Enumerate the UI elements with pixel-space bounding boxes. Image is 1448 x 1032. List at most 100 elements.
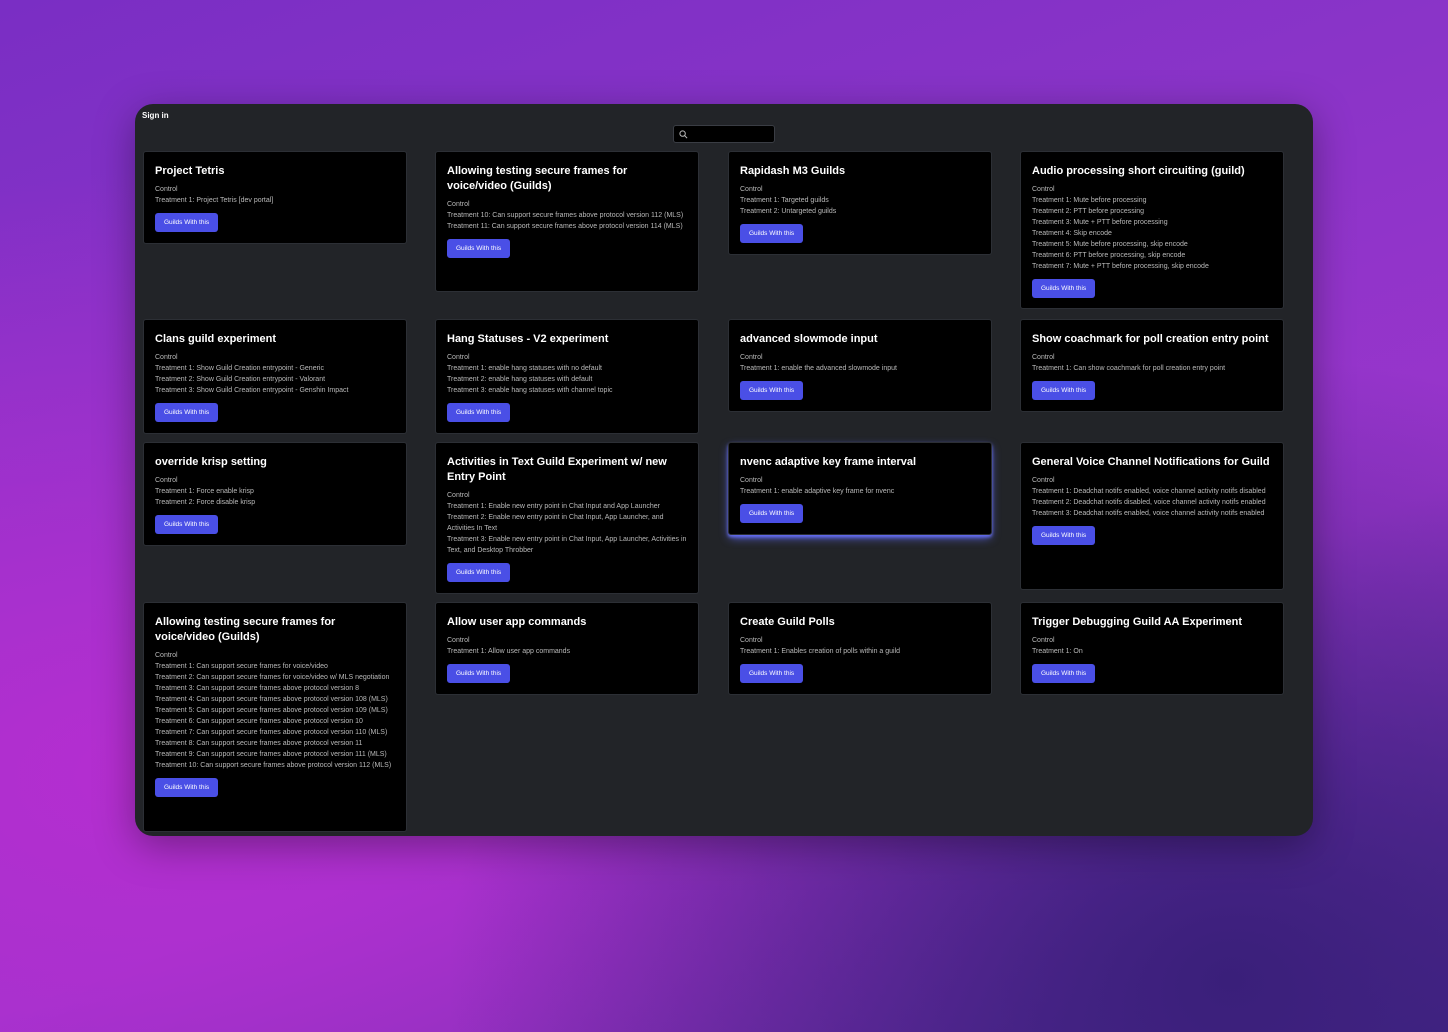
guilds-with-this-button[interactable]: Guilds With this — [155, 778, 219, 797]
guilds-with-this-button[interactable]: Guilds With this — [1032, 381, 1096, 400]
experiment-title: Activities in Text Guild Experiment w/ n… — [447, 456, 667, 483]
experiment-title: Project Tetris — [155, 165, 225, 177]
treatment-line: Treatment 1: enable the advanced slowmod… — [740, 365, 897, 372]
treatment-list: Control Treatment 1: Mute before processi… — [1032, 184, 1272, 272]
treatment-line: Treatment 1: Enables creation of polls w… — [740, 648, 901, 655]
treatment-list: Control Treatment 1: Force enable krisp Tr… — [155, 475, 395, 508]
treatment-line: Treatment 3: Enable new entry point in C… — [447, 536, 687, 554]
treatment-line: Treatment 1: Force enable krisp — [155, 488, 254, 495]
experiment-title: Allow user app commands — [447, 616, 587, 628]
treatment-line: Control — [155, 354, 178, 361]
experiment-title: Rapidash M3 Guilds — [740, 165, 846, 177]
treatment-line: Treatment 4: Can support secure frames a… — [155, 696, 388, 703]
treatment-line: Treatment 5: Can support secure frames a… — [155, 707, 388, 714]
experiment-title: Create Guild Polls — [740, 616, 835, 628]
treatment-line: Treatment 1: Can support secure frames f… — [155, 663, 328, 670]
guilds-with-this-button[interactable]: Guilds With this — [155, 213, 219, 232]
guilds-with-this-button[interactable]: Guilds With this — [740, 504, 804, 523]
treatment-line: Treatment 1: On — [1032, 648, 1083, 655]
treatment-list: Control Treatment 1: Deadchat notifs enab… — [1032, 475, 1272, 519]
treatment-list: Control Treatment 10: Can support secure … — [447, 199, 687, 232]
treatment-list: Control Treatment 1: On — [1032, 635, 1272, 657]
experiment-title: Trigger Debugging Guild AA Experiment — [1032, 616, 1243, 628]
treatment-line: Treatment 11: Can support secure frames … — [447, 223, 683, 230]
guilds-with-this-button[interactable]: Guilds With this — [155, 515, 219, 534]
experiment-card: Allow user app commands Control Treatment … — [435, 602, 699, 695]
guilds-with-this-button[interactable]: Guilds With this — [447, 664, 511, 683]
experiment-title: General Voice Channel Notifications for … — [1032, 456, 1270, 468]
experiment-card: Rapidash M3 Guilds Control Treatment 1: Ta… — [728, 151, 992, 255]
experiment-card: Audio processing short circuiting (guild… — [1020, 151, 1284, 309]
experiment-card: Show coachmark for poll creation entry p… — [1020, 319, 1284, 412]
treatment-line: Control — [155, 652, 178, 659]
guilds-with-this-button[interactable]: Guilds With this — [740, 224, 804, 243]
guilds-with-this-button[interactable]: Guilds With this — [1032, 279, 1096, 298]
experiment-card: nvenc adaptive key frame interval Control… — [728, 442, 992, 535]
app-window: Sign in Project Tetris Control Treatment 1… — [135, 104, 1313, 836]
treatment-line: Treatment 1: Project Tetris [dev portal] — [155, 197, 274, 204]
treatment-line: Treatment 2: PTT before processing — [1032, 208, 1145, 215]
treatment-line: Control — [447, 201, 470, 208]
experiment-card: override krisp setting Control Treatment 1… — [143, 442, 407, 546]
experiment-title: Allowing testing secure frames for voice… — [155, 616, 336, 643]
experiment-card: Activities in Text Guild Experiment w/ n… — [435, 442, 699, 594]
treatment-line: Control — [740, 477, 763, 484]
treatment-line: Treatment 1: Allow user app commands — [447, 648, 571, 655]
treatment-line: Control — [155, 186, 178, 193]
treatment-line: Treatment 1: Enable new entry point in C… — [447, 503, 660, 510]
experiment-title: advanced slowmode input — [740, 333, 878, 345]
treatment-line: Treatment 2: enable hang statuses with d… — [447, 376, 593, 383]
treatment-line: Treatment 8: Can support secure frames a… — [155, 740, 363, 747]
guilds-with-this-button[interactable]: Guilds With this — [155, 403, 219, 422]
treatment-line: Treatment 3: Can support secure frames a… — [155, 685, 360, 692]
treatment-line: Treatment 2: Untargeted guilds — [740, 208, 837, 215]
treatment-line: Control — [740, 354, 763, 361]
experiment-title: override krisp setting — [155, 456, 267, 468]
treatment-list: Control Treatment 1: enable hang statuses… — [447, 352, 687, 396]
guilds-with-this-button[interactable]: Guilds With this — [1032, 526, 1096, 545]
treatment-line: Treatment 1: enable adaptive key frame f… — [740, 488, 895, 495]
guilds-with-this-button[interactable]: Guilds With this — [447, 403, 511, 422]
treatment-line: Treatment 10: Can support secure frames … — [447, 212, 684, 219]
treatment-line: Treatment 7: Mute + PTT before processin… — [1032, 263, 1209, 270]
experiment-card: Clans guild experiment Control Treatment 1… — [143, 319, 407, 434]
guilds-with-this-button[interactable]: Guilds With this — [447, 239, 511, 258]
experiment-title: Show coachmark for poll creation entry p… — [1032, 333, 1269, 345]
treatment-line: Control — [447, 354, 470, 361]
treatment-list: Control Treatment 1: Enables creation of … — [740, 635, 980, 657]
guilds-with-this-button[interactable]: Guilds With this — [740, 381, 804, 400]
experiment-card: Allowing testing secure frames for voice… — [435, 151, 699, 292]
treatment-line: Control — [740, 186, 763, 193]
treatment-line: Treatment 1: Mute before processing — [1032, 197, 1147, 204]
guilds-with-this-button[interactable]: Guilds With this — [740, 664, 804, 683]
treatment-line: Treatment 2: Show Guild Creation entrypo… — [155, 376, 326, 383]
treatment-line: Control — [1032, 186, 1055, 193]
treatment-line: Treatment 10: Can support secure frames … — [155, 762, 392, 769]
experiment-card: advanced slowmode input Control Treatment … — [728, 319, 992, 412]
treatment-line: Treatment 9: Can support secure frames a… — [155, 751, 387, 758]
experiment-card: General Voice Channel Notifications for … — [1020, 442, 1284, 590]
experiment-card: Create Guild Polls Control Treatment 1: En… — [728, 602, 992, 695]
treatment-list: Control Treatment 1: Can support secure f… — [155, 650, 395, 771]
treatment-line: Treatment 2: Deadchat notifs disabled, v… — [1032, 499, 1266, 506]
treatment-line: Treatment 3: Mute + PTT before processin… — [1032, 219, 1168, 226]
treatment-line: Control — [155, 477, 178, 484]
treatment-line: Treatment 1: Deadchat notifs enabled, vo… — [1032, 488, 1266, 495]
treatment-line: Treatment 2: Can support secure frames f… — [155, 674, 390, 681]
treatment-line: Control — [447, 637, 470, 644]
treatment-line: Treatment 7: Can support secure frames a… — [155, 729, 388, 736]
guilds-with-this-button[interactable]: Guilds With this — [447, 563, 511, 582]
treatment-line: Treatment 1: Show Guild Creation entrypo… — [155, 365, 324, 372]
search-input[interactable] — [691, 129, 771, 139]
search-icon — [679, 129, 688, 138]
treatment-line: Control — [1032, 354, 1055, 361]
search-box[interactable] — [673, 125, 775, 143]
experiment-title: Clans guild experiment — [155, 333, 277, 345]
treatment-list: Control Treatment 1: Show Guild Creation … — [155, 352, 395, 396]
treatment-line: Control — [1032, 477, 1055, 484]
sign-in-link[interactable]: Sign in — [142, 111, 169, 120]
experiment-title: Hang Statuses - V2 experiment — [447, 333, 609, 345]
treatment-line: Treatment 5: Mute before processing, ski… — [1032, 241, 1188, 248]
guilds-with-this-button[interactable]: Guilds With this — [1032, 664, 1096, 683]
experiment-card: Allowing testing secure frames for voice… — [143, 602, 407, 832]
